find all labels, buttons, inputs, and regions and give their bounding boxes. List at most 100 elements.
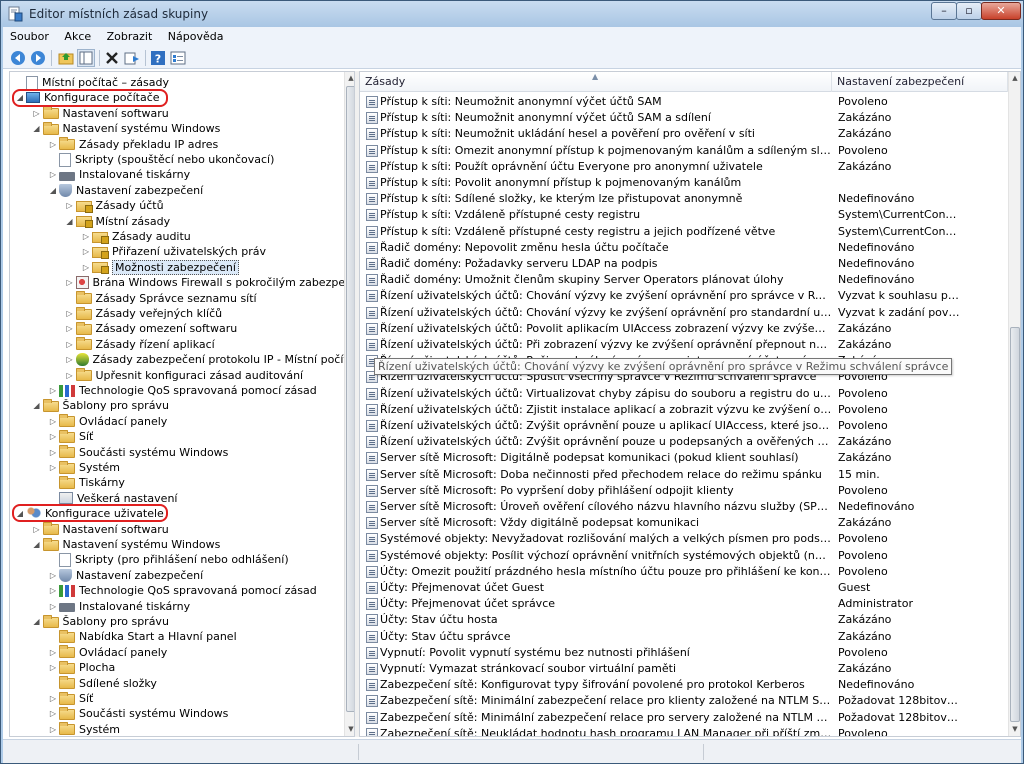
collapse-arrow-icon[interactable]: ◢ bbox=[64, 217, 76, 226]
expand-arrow-icon[interactable]: ▷ bbox=[64, 278, 76, 287]
policy-row[interactable]: Vypnutí: Povolit vypnutí systému bez nut… bbox=[360, 645, 1008, 661]
policy-row[interactable]: Řadič domény: Nepovolit změnu hesla účtu… bbox=[360, 240, 1008, 256]
maximize-button[interactable]: ▫ bbox=[956, 2, 982, 20]
policy-row[interactable]: Zabezpečení sítě: Minimální zabezpečení … bbox=[360, 710, 1008, 726]
tree-item[interactable]: Sdílené složky bbox=[47, 676, 157, 691]
tree-item[interactable]: ▷ Ovládací panely bbox=[47, 645, 167, 660]
expand-arrow-icon[interactable]: ▷ bbox=[47, 648, 59, 657]
expand-arrow-icon[interactable]: ▷ bbox=[64, 324, 76, 333]
expand-arrow-icon[interactable]: ▷ bbox=[80, 263, 92, 272]
expand-arrow-icon[interactable]: ▷ bbox=[80, 232, 92, 241]
policy-row[interactable]: Řízení uživatelských účtů: Chování výzvy… bbox=[360, 288, 1008, 304]
tree-item[interactable]: ◢ Šablony pro správu bbox=[31, 614, 169, 629]
policy-row[interactable]: Přístup k síti: Neumožnit anonymní výčet… bbox=[360, 94, 1008, 110]
scroll-down-icon[interactable]: ▼ bbox=[345, 723, 354, 735]
policy-row[interactable]: Řízení uživatelských účtů: Zvýšit oprávn… bbox=[360, 434, 1008, 450]
policy-row[interactable]: Účty: Přejmenovat účet správce Administra… bbox=[360, 596, 1008, 612]
tree-item[interactable]: ▷ Zásady překladu IP adres bbox=[47, 137, 218, 152]
policy-row[interactable]: Řadič domény: Umožnit členům skupiny Ser… bbox=[360, 272, 1008, 288]
menu-file[interactable]: Soubor bbox=[3, 27, 54, 43]
tree-item[interactable]: ▷ Součásti systému Windows bbox=[47, 706, 228, 721]
policy-row[interactable]: Server sítě Microsoft: Doba nečinnosti p… bbox=[360, 467, 1008, 483]
expand-arrow-icon[interactable]: ▷ bbox=[64, 355, 76, 364]
title-bar[interactable]: Editor místních zásad skupiny – ▫ ✕ bbox=[1, 1, 1023, 27]
tree-item[interactable]: ▷ Síť bbox=[47, 429, 93, 444]
policy-row[interactable]: Přístup k síti: Vzdáleně přístupné cesty… bbox=[360, 207, 1008, 223]
tree-item[interactable]: ▷ Instalované tiskárny bbox=[47, 599, 190, 614]
policy-row[interactable]: Systémové objekty: Posílit výchozí opráv… bbox=[360, 548, 1008, 564]
tree-item[interactable]: ◢ Nastavení zabezpečení bbox=[47, 183, 203, 198]
close-button[interactable]: ✕ bbox=[981, 2, 1021, 20]
policy-row[interactable]: Přístup k síti: Neumožnit anonymní výčet… bbox=[360, 110, 1008, 126]
collapse-arrow-icon[interactable]: ◢ bbox=[31, 540, 43, 549]
expand-arrow-icon[interactable]: ▷ bbox=[80, 247, 92, 256]
tree-item[interactable]: ▷ Instalované tiskárny bbox=[47, 167, 190, 182]
expand-arrow-icon[interactable]: ▷ bbox=[47, 463, 59, 472]
policy-row[interactable]: Přístup k síti: Použít oprávnění účtu Ev… bbox=[360, 159, 1008, 175]
tree-item[interactable]: Místní počítač – zásady bbox=[14, 75, 169, 90]
menu-view[interactable]: Zobrazit bbox=[100, 27, 158, 43]
policy-row[interactable]: Řízení uživatelských účtů: Zvýšit oprávn… bbox=[360, 418, 1008, 434]
policy-row[interactable]: Systémové objekty: Nevyžadovat rozlišová… bbox=[360, 531, 1008, 547]
tree-item[interactable]: ▷ Nastavení zabezpečení bbox=[47, 568, 203, 583]
tree-item[interactable]: ◢ Místní zásady bbox=[64, 214, 170, 229]
policy-row[interactable]: Server sítě Microsoft: Po vypršení doby … bbox=[360, 483, 1008, 499]
help-icon[interactable]: ? bbox=[149, 49, 167, 67]
expand-arrow-icon[interactable]: ▷ bbox=[47, 709, 59, 718]
expand-arrow-icon[interactable]: ▷ bbox=[64, 371, 76, 380]
minimize-button[interactable]: – bbox=[931, 2, 957, 20]
expand-arrow-icon[interactable]: ▷ bbox=[47, 170, 59, 179]
menu-help[interactable]: Nápověda bbox=[161, 27, 229, 43]
scroll-down-icon[interactable]: ▼ bbox=[1009, 723, 1020, 735]
tree-scrollbar[interactable]: ▲ ▼ bbox=[344, 72, 354, 736]
tree-item[interactable]: ▷ Zásady auditu bbox=[80, 229, 191, 244]
scroll-up-icon[interactable]: ▲ bbox=[1009, 72, 1020, 84]
tree-item[interactable]: ▷ Zásady zabezpečení protokolu IP - Místn… bbox=[64, 352, 354, 367]
policy-row[interactable]: Přístup k síti: Vzdáleně přístupné cesty… bbox=[360, 224, 1008, 240]
tree-item[interactable]: ▷ Plocha bbox=[47, 660, 115, 675]
policy-row[interactable]: Řízení uživatelských účtů: Chování výzvy… bbox=[360, 305, 1008, 321]
expand-arrow-icon[interactable]: ▷ bbox=[64, 309, 76, 318]
policy-row[interactable]: Řízení uživatelských účtů: Zjistit insta… bbox=[360, 402, 1008, 418]
policy-row[interactable]: Zabezpečení sítě: Neukládat hodnotu hash… bbox=[360, 726, 1008, 736]
policy-row[interactable]: Přístup k síti: Omezit anonymní přístup … bbox=[360, 143, 1008, 159]
policy-row[interactable]: Účty: Stav účtu správce Zakázáno bbox=[360, 629, 1008, 645]
menu-action[interactable]: Akce bbox=[57, 27, 96, 43]
expand-arrow-icon[interactable]: ▷ bbox=[47, 602, 59, 611]
tree-item[interactable]: ▷ Upřesnit konfiguraci zásad auditování bbox=[64, 368, 303, 383]
tree-item[interactable]: ▷ Přiřazení uživatelských práv bbox=[80, 244, 266, 259]
expand-arrow-icon[interactable]: ▷ bbox=[64, 201, 76, 210]
policy-row[interactable]: Zabezpečení sítě: Konfigurovat typy šifr… bbox=[360, 677, 1008, 693]
expand-arrow-icon[interactable]: ▷ bbox=[31, 525, 43, 534]
policy-row[interactable]: Účty: Stav účtu hosta Zakázáno bbox=[360, 612, 1008, 628]
tree-item[interactable]: ▷ Zásady účtů bbox=[64, 198, 164, 213]
tree-item[interactable]: ▷ Nastavení softwaru bbox=[31, 106, 169, 121]
policy-row[interactable]: Server sítě Microsoft: Úroveň ověření cí… bbox=[360, 499, 1008, 515]
tree-item[interactable]: ▷ Síť bbox=[47, 691, 93, 706]
policy-row[interactable]: Zabezpečení sítě: Minimální zabezpečení … bbox=[360, 693, 1008, 709]
expand-arrow-icon[interactable]: ▷ bbox=[47, 432, 59, 441]
tree-scrollbar-thumb[interactable] bbox=[346, 86, 354, 712]
expand-arrow-icon[interactable]: ▷ bbox=[47, 586, 59, 595]
show-hide-tree-icon[interactable] bbox=[77, 49, 95, 67]
column-header-security-setting[interactable]: Nastavení zabezpečení bbox=[832, 72, 1008, 92]
tree-item[interactable]: ▷ Možnosti zabezpečení bbox=[80, 259, 239, 275]
policy-row[interactable]: Přístup k síti: Sdílené složky, ke který… bbox=[360, 191, 1008, 207]
expand-arrow-icon[interactable]: ▷ bbox=[31, 109, 43, 118]
list-scrollbar[interactable]: ▲ ▼ bbox=[1008, 72, 1020, 736]
policy-row[interactable]: Server sítě Microsoft: Vždy digitálně po… bbox=[360, 515, 1008, 531]
tree-item[interactable]: ▷ Zásady řízení aplikací bbox=[64, 337, 215, 352]
expand-arrow-icon[interactable]: ▷ bbox=[47, 725, 59, 734]
policy-row[interactable]: Řadič domény: Požadavky serveru LDAP na … bbox=[360, 256, 1008, 272]
tree-item[interactable]: ▷ Zásady omezení softwaru bbox=[64, 321, 237, 336]
expand-arrow-icon[interactable]: ▷ bbox=[64, 340, 76, 349]
tree-item[interactable]: ◢ Nastavení systému Windows bbox=[31, 121, 220, 136]
scroll-up-icon[interactable]: ▲ bbox=[345, 72, 354, 84]
tree-item[interactable]: ▷ Technologie QoS spravovaná pomocí zásad bbox=[47, 383, 317, 398]
tree-item[interactable]: Zásady Správce seznamu sítí bbox=[64, 291, 257, 306]
tree-item[interactable]: Skripty (pro přihlášení nebo odhlášení) bbox=[47, 552, 289, 567]
expand-arrow-icon[interactable]: ▷ bbox=[47, 694, 59, 703]
back-icon[interactable] bbox=[9, 49, 27, 67]
tree-item[interactable]: ▷ Systém bbox=[47, 722, 120, 736]
collapse-arrow-icon[interactable]: ◢ bbox=[31, 617, 43, 626]
